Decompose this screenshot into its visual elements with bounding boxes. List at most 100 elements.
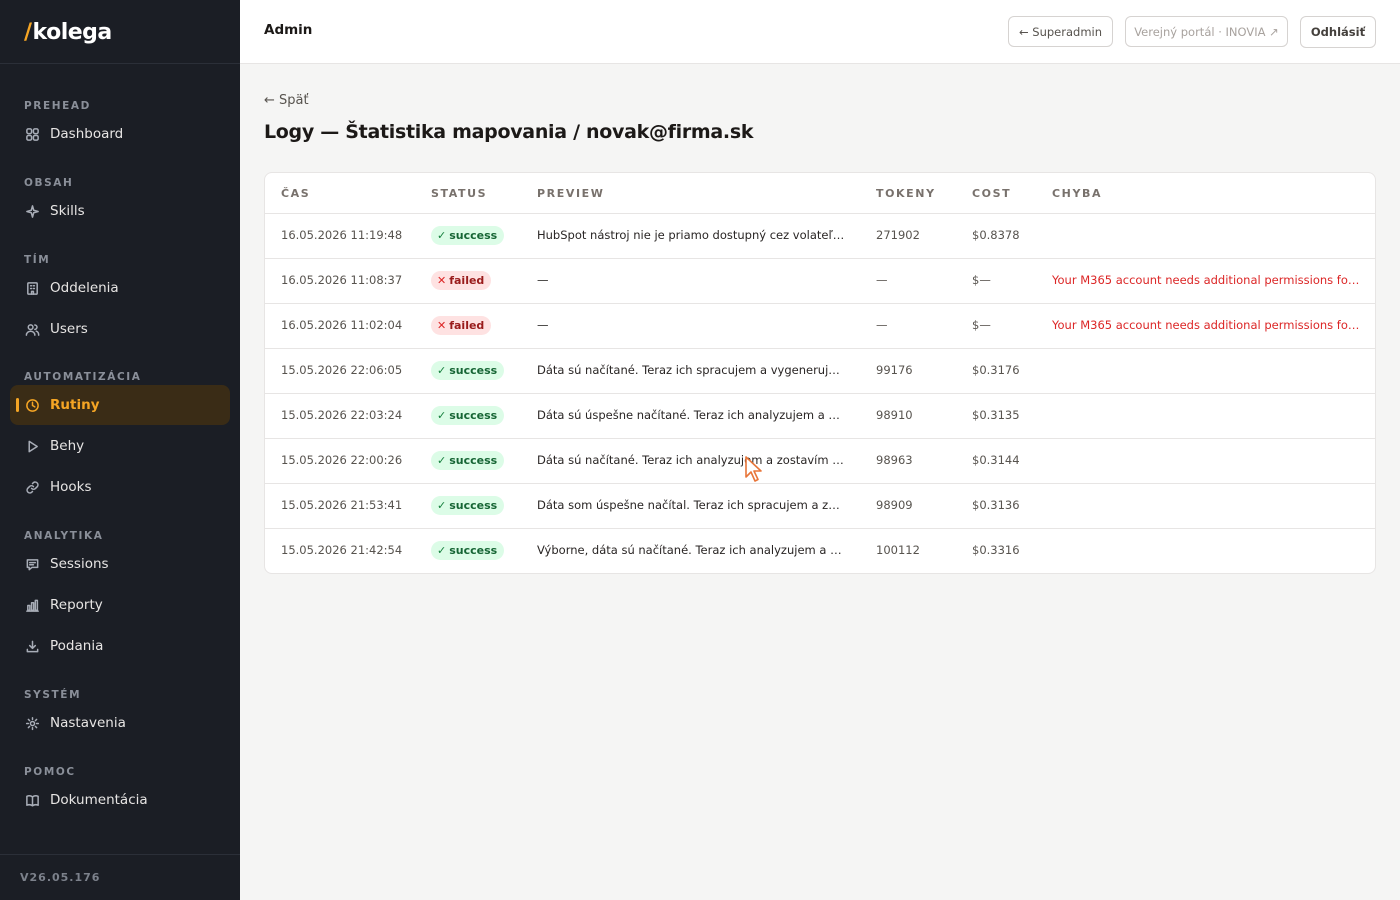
section-label-systém: SYSTÉM [24, 689, 82, 701]
column-header-status[interactable]: STATUS [431, 187, 487, 200]
logout-button[interactable]: Odhlásiť [1300, 16, 1376, 48]
cell-status: ✕ failed [431, 271, 492, 290]
logo-slash: / [24, 19, 32, 45]
sidebar-item-rutiny[interactable]: Rutiny [10, 385, 230, 425]
sidebar-item-users[interactable]: Users [10, 309, 230, 349]
sidebar-item-sessions[interactable]: Sessions [10, 544, 230, 584]
table-row[interactable]: 16.05.2026 11:19:48 ✓ success HubSpot nástr… [265, 214, 1375, 259]
cell-preview: — [537, 318, 549, 332]
status-label: success [449, 544, 498, 557]
sidebar-item-dokumentácia[interactable]: Dokumentácia [10, 780, 230, 820]
table-row[interactable]: 15.05.2026 21:53:41 ✓ success Dáta som úspe… [265, 484, 1375, 529]
sidebar-item-label: Hooks [50, 479, 92, 495]
download-icon [24, 638, 40, 654]
column-header-error[interactable]: CHYBA [1052, 187, 1102, 200]
public-portal-button[interactable]: Verejný portál · INOVIA ↗ [1125, 16, 1288, 47]
superadmin-button[interactable]: ← Superadmin [1008, 16, 1113, 47]
status-badge: ✕ failed [431, 271, 492, 290]
sidebar-item-label: Users [50, 321, 88, 337]
cell-cost: $0.3144 [972, 453, 1020, 467]
users-icon [24, 321, 40, 337]
x-icon: ✕ [437, 319, 447, 332]
cell-error: Your M365 account needs additional permi… [1052, 273, 1360, 287]
page-title: Logy — Štatistika mapovania / novak@firm… [264, 121, 754, 143]
back-link[interactable]: ← Späť [264, 93, 309, 108]
table-row[interactable]: 15.05.2026 22:03:24 ✓ success Dáta sú úspeš… [265, 394, 1375, 439]
status-label: success [449, 364, 498, 377]
column-header-time[interactable]: ČAS [281, 187, 310, 200]
sidebar-item-nastavenia[interactable]: Nastavenia [10, 703, 230, 743]
table-row[interactable]: 15.05.2026 21:42:54 ✓ success Výborne, dáta… [265, 529, 1375, 573]
status-label: success [449, 229, 498, 242]
status-label: success [449, 454, 498, 467]
cell-tokens: 98910 [876, 408, 913, 422]
cell-status: ✓ success [431, 226, 505, 245]
column-header-preview[interactable]: PREVIEW [537, 187, 605, 200]
cell-status: ✕ failed [431, 316, 492, 335]
table-row[interactable]: 16.05.2026 11:02:04 ✕ failed — — $— Your M365 … [265, 304, 1375, 349]
sidebar-item-label: Nastavenia [50, 715, 126, 731]
kolega-logo[interactable]: / kolega [24, 18, 112, 46]
clock-icon [24, 397, 40, 413]
status-label: success [449, 499, 498, 512]
status-badge: ✓ success [431, 406, 505, 425]
check-icon: ✓ [437, 364, 447, 377]
chat-icon [24, 556, 40, 572]
section-label-prehead: PREHEAD [24, 100, 91, 112]
table-header: ČAS STATUS PREVIEW TOKENY COST CHYBA [265, 173, 1375, 214]
status-badge: ✓ success [431, 451, 505, 470]
table-row[interactable]: 16.05.2026 11:08:37 ✕ failed — — $— Your M365 … [265, 259, 1375, 304]
cell-time: 15.05.2026 21:53:41 [281, 498, 403, 512]
cell-status: ✓ success [431, 451, 505, 470]
section-label-analytika: ANALYTIKA [24, 530, 104, 542]
cell-time: 15.05.2026 22:06:05 [281, 363, 403, 377]
cell-preview: Dáta som úspešne načítal. Teraz ich spra… [537, 498, 845, 512]
check-icon: ✓ [437, 544, 447, 557]
table-row[interactable]: 15.05.2026 22:06:05 ✓ success Dáta sú načít… [265, 349, 1375, 394]
sidebar-item-podania[interactable]: Podania [10, 626, 230, 666]
app-version: V26.05.176 [20, 871, 101, 884]
check-icon: ✓ [437, 229, 447, 242]
sidebar-item-oddelenia[interactable]: Oddelenia [10, 268, 230, 308]
cell-cost: $— [972, 273, 991, 287]
column-header-tokens[interactable]: TOKENY [876, 187, 936, 200]
cell-cost: $0.3316 [972, 543, 1020, 557]
top-header: Admin ← Superadmin Verejný portál · INOV… [240, 0, 1400, 64]
section-label-tím: TÍM [24, 254, 51, 266]
cell-status: ✓ success [431, 496, 505, 515]
logo-name: kolega [32, 19, 113, 45]
cell-cost: $0.3135 [972, 408, 1020, 422]
sidebar-item-reporty[interactable]: Reporty [10, 585, 230, 625]
section-label-obsah: OBSAH [24, 177, 74, 189]
sidebar-item-label: Rutiny [50, 397, 100, 413]
cell-tokens: 100112 [876, 543, 920, 557]
sidebar-item-label: Dokumentácia [50, 792, 148, 808]
section-label-automatizácia: AUTOMATIZÁCIA [24, 371, 142, 383]
sidebar: / kolega PREHEAD Dashboard OBSAH Skills TÍM O… [0, 0, 240, 900]
table-row[interactable]: 15.05.2026 22:00:26 ✓ success Dáta sú načít… [265, 439, 1375, 484]
cell-cost: $0.8378 [972, 228, 1020, 242]
status-label: failed [449, 319, 485, 332]
logs-table: ČAS STATUS PREVIEW TOKENY COST CHYBA 16.… [264, 172, 1376, 574]
sidebar-item-behy[interactable]: Behy [10, 426, 230, 466]
status-badge: ✓ success [431, 361, 505, 380]
cell-cost: $— [972, 318, 991, 332]
cell-preview: — [537, 273, 549, 287]
check-icon: ✓ [437, 454, 447, 467]
cell-preview: Dáta sú načítané. Teraz ich analyzujem a… [537, 453, 845, 467]
sidebar-item-label: Dashboard [50, 126, 124, 142]
sidebar-item-dashboard[interactable]: Dashboard [10, 114, 230, 154]
column-header-cost[interactable]: COST [972, 187, 1011, 200]
cell-tokens: 271902 [876, 228, 920, 242]
cell-tokens: — [876, 273, 888, 287]
status-label: failed [449, 274, 485, 287]
sidebar-item-hooks[interactable]: Hooks [10, 467, 230, 507]
cell-preview: Dáta sú úspešne načítané. Teraz ich anal… [537, 408, 845, 422]
check-icon: ✓ [437, 409, 447, 422]
building-icon [24, 280, 40, 296]
status-label: success [449, 409, 498, 422]
sidebar-item-skills[interactable]: Skills [10, 191, 230, 231]
cell-status: ✓ success [431, 541, 505, 560]
mouse-cursor-icon [745, 456, 762, 482]
cell-time: 16.05.2026 11:02:04 [281, 318, 403, 332]
